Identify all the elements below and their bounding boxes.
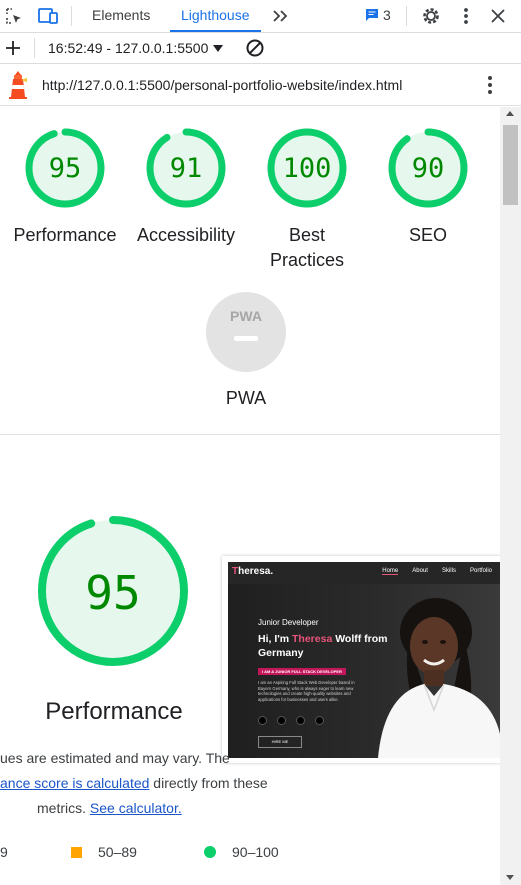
devtools-tab-bar: Elements Lighthouse 3	[0, 0, 521, 33]
report-menu-kebab-icon[interactable]	[478, 73, 502, 97]
report-selector-dropdown[interactable]: 16:52:49 - 127.0.0.1:5500	[48, 40, 224, 56]
new-report-plus-icon[interactable]	[1, 36, 25, 60]
site-hero: Junior Developer Hi, I'm Theresa Wolff f…	[228, 584, 500, 758]
gauge-ring: 95	[38, 516, 188, 666]
tab-separator	[71, 6, 72, 26]
site-blurb: I am an Aspiring Full Stack Web Develope…	[258, 680, 355, 702]
site-role: Junior Developer	[258, 618, 319, 627]
chevron-down-icon	[213, 44, 224, 52]
more-tabs-icon[interactable]	[268, 4, 292, 28]
social-icon	[277, 716, 286, 725]
legend-average: 50–89	[71, 844, 137, 860]
gauge-label: SEO	[408, 225, 447, 245]
gauge-score: 95	[49, 153, 82, 184]
messages-badge[interactable]: 3	[365, 7, 391, 23]
gauge-score: 95	[85, 566, 140, 620]
scroll-down-arrow-icon[interactable]	[506, 875, 514, 880]
gauge-seo[interactable]: 90 SEO	[367, 128, 489, 248]
gauge-best-practices[interactable]: 100 Best Practices	[257, 128, 357, 273]
lighthouse-toolbar: 16:52:49 - 127.0.0.1:5500	[0, 33, 521, 64]
square-marker-icon	[71, 846, 82, 858]
score-legend: 9	[0, 844, 8, 860]
gauge-pwa[interactable]: PWA PWA	[196, 292, 296, 411]
gauge-label: PWA	[225, 388, 267, 408]
scroll-up-arrow-icon[interactable]	[506, 111, 514, 116]
legend-pass: 90–100	[204, 844, 279, 860]
gauge-ring: 90	[388, 128, 468, 208]
toolbar-divider	[34, 38, 35, 58]
page-screenshot-thumbnail[interactable]: Theresa. Home About Skills Portfolio Jun…	[222, 556, 500, 763]
report-url-bar: http://127.0.0.1:5500/personal-portfolio…	[0, 64, 521, 106]
gauge-label: Accessibility	[136, 225, 236, 245]
lighthouse-logo-icon	[6, 70, 30, 100]
site-nav-link: About	[412, 568, 428, 574]
gauge-ring: 100	[267, 128, 347, 208]
gauge-score: 90	[412, 153, 445, 184]
gauge-ring: 91	[146, 128, 226, 208]
social-icon	[258, 716, 267, 725]
site-logo: Theresa.	[232, 566, 274, 577]
circle-marker-icon	[204, 846, 216, 858]
legend-pass-label: 90–100	[232, 844, 279, 860]
messages-count: 3	[383, 7, 391, 23]
see-calculator-link[interactable]: See calculator.	[90, 800, 182, 816]
score-calculated-link[interactable]: ance score is calculated	[0, 775, 149, 791]
gauge-label: Best Practices	[269, 225, 345, 270]
report-selector-value: 16:52:49 - 127.0.0.1:5500	[48, 40, 209, 56]
legend-average-label: 50–89	[98, 844, 137, 860]
gauge-score: 100	[283, 153, 332, 184]
clear-block-icon[interactable]	[243, 36, 267, 60]
site-nav: Theresa. Home About Skills Portfolio	[228, 562, 500, 584]
site-hire-button: HIRE ME	[258, 736, 302, 748]
site-social-icons	[258, 716, 324, 725]
legend-fail-label: 9	[0, 844, 8, 860]
performance-title: Performance	[45, 698, 183, 725]
tab-elements[interactable]: Elements	[92, 0, 150, 32]
site-nav-link: Portfolio	[469, 568, 492, 574]
screenshot-frame: Theresa. Home About Skills Portfolio Jun…	[228, 562, 500, 758]
device-toggle-icon[interactable]	[36, 4, 60, 28]
social-icon	[296, 716, 305, 725]
performance-main-gauge: 95	[36, 514, 190, 668]
settings-gear-icon[interactable]	[419, 4, 443, 28]
section-divider	[0, 434, 500, 435]
gauge-accessibility[interactable]: 91 Accessibility	[125, 128, 247, 248]
site-nav-link: Home	[382, 568, 399, 575]
gauge-ring: 95	[25, 128, 105, 208]
report-url[interactable]: http://127.0.0.1:5500/personal-portfolio…	[42, 77, 402, 93]
scrollbar-thumb[interactable]	[503, 125, 518, 205]
tab-lighthouse[interactable]: Lighthouse	[170, 0, 261, 32]
estimate-note-line2: ance score is calculated directly from t…	[0, 775, 268, 791]
report-scrollbar[interactable]	[500, 107, 521, 885]
gauge-performance[interactable]: 95 Performance	[4, 128, 126, 248]
site-nav-links: Home About Skills Portfolio	[382, 568, 492, 575]
pwa-badge-icon: PWA	[206, 292, 286, 372]
messages-icon	[366, 9, 378, 21]
gauge-label: Performance	[13, 225, 117, 245]
social-icon	[315, 716, 324, 725]
site-nav-link: Skills	[441, 568, 456, 574]
site-greeting: Hi, I'm Theresa Wolff from Germany	[258, 633, 388, 659]
gauge-score: 91	[170, 153, 203, 184]
site-tagline-pill: I AM A JUNIOR FULL STACK DEVELOPER	[258, 668, 346, 675]
estimate-note-line3: metrics. See calculator.	[37, 800, 182, 816]
close-icon[interactable]	[486, 4, 510, 28]
toolbar-separator	[406, 6, 407, 26]
kebab-menu-icon[interactable]	[454, 4, 478, 28]
estimate-note-line1: ues are estimated and may vary. The	[0, 750, 230, 766]
pwa-badge-text: PWA	[230, 308, 262, 324]
inspect-icon[interactable]	[2, 4, 26, 28]
lighthouse-report: 95 Performance 91 Accessibility 100 Best…	[0, 107, 500, 885]
